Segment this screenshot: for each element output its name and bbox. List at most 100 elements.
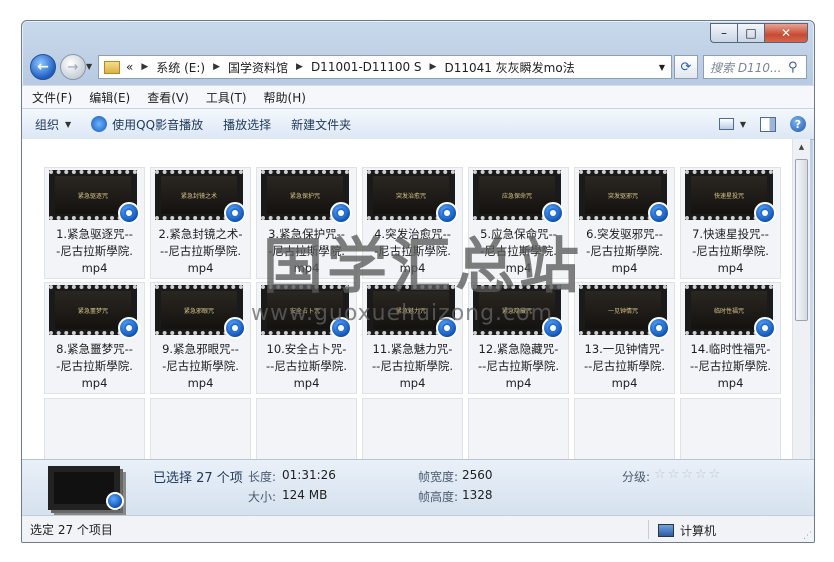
menu-help[interactable]: 帮助(H) [257, 89, 313, 106]
play-with-qq-label: 使用QQ影音播放 [112, 117, 204, 132]
view-icon [718, 118, 734, 130]
file-item[interactable]: 突发驱邪咒 6.突发驱邪咒-- -尼古拉斯學院. mp4 [574, 167, 675, 279]
file-name: 5.应急保命咒-- -尼古拉斯學院. mp4 [480, 227, 557, 275]
qq-player-icon [648, 202, 670, 224]
folder-icon [104, 60, 120, 74]
maximize-button[interactable]: □ [737, 23, 764, 43]
help-icon[interactable]: ? [790, 116, 806, 132]
file-item[interactable]: 紧急隐藏咒 12.紧急隐藏咒- --尼古拉斯學院. mp4 [468, 282, 569, 394]
scrollbar-thumb[interactable] [795, 159, 808, 321]
resize-grip-icon[interactable]: ⋰ [803, 531, 812, 541]
frame-height-value: 1328 [462, 488, 493, 502]
file-item[interactable] [680, 398, 781, 459]
breadcrumb-item[interactable]: 系统 (E:) [156, 59, 205, 76]
qq-player-icon [118, 202, 140, 224]
status-divider [648, 520, 649, 539]
chevron-right-icon[interactable]: ▶ [141, 62, 148, 72]
scroll-up-icon[interactable]: ▲ [793, 139, 810, 155]
file-item[interactable]: 紧急保护咒 3.紧急保护咒-- -尼古拉斯學院. mp4 [256, 167, 357, 279]
file-item[interactable] [468, 398, 569, 459]
file-item[interactable]: 紧急噩梦咒 8.紧急噩梦咒-- -尼古拉斯學院. mp4 [44, 282, 145, 394]
play-with-qq-button[interactable]: 使用QQ影音播放 [81, 116, 213, 133]
frame-height-label: 帧高度: [418, 490, 459, 504]
star-icon[interactable]: ☆ [668, 467, 680, 482]
file-item[interactable] [256, 398, 357, 459]
close-button[interactable]: ✕ [764, 23, 808, 43]
file-item[interactable]: 突发治愈咒 4.突发治愈咒-- -尼古拉斯學院. mp4 [362, 167, 463, 279]
file-item[interactable]: 应急保命咒 5.应急保命咒-- -尼古拉斯學院. mp4 [468, 167, 569, 279]
chevron-right-icon[interactable]: ▶ [213, 62, 220, 72]
refresh-icon: ⟳ [680, 59, 692, 75]
rating-stars[interactable]: ☆ ☆ ☆ ☆ ☆ [654, 467, 720, 482]
chevron-right-icon[interactable]: ▶ [296, 62, 303, 72]
star-icon[interactable]: ☆ [681, 467, 693, 482]
forward-button[interactable]: → [60, 54, 86, 80]
file-item[interactable]: 一见钟情咒 13.一见钟情咒- --尼古拉斯學院. mp4 [574, 282, 675, 394]
qq-player-icon [330, 317, 352, 339]
menu-file[interactable]: 文件(F) [25, 89, 79, 106]
explorer-window: – □ ✕ ← → ▼ « ▶ 系统 (E:) ▶ 国学资料馆 ▶ D11001… [21, 20, 815, 543]
file-name: 13.一见钟情咒- --尼古拉斯學院. mp4 [584, 342, 665, 390]
selection-thumbnail-frame [54, 472, 114, 504]
breadcrumb-item[interactable]: D11001-D11100 S [311, 60, 422, 74]
star-icon[interactable]: ☆ [695, 467, 707, 482]
qq-player-icon [754, 202, 776, 224]
refresh-button[interactable]: ⟳ [674, 55, 698, 79]
new-folder-button[interactable]: 新建文件夹 [281, 116, 361, 133]
vertical-scrollbar[interactable]: ▲ [792, 139, 810, 459]
file-item[interactable]: 安全占卜咒 10.安全占卜咒- --尼古拉斯學院. mp4 [256, 282, 357, 394]
details-pane: 已选择 27 个项 长度: 01:31:26 大小: 124 MB 帧宽度: 2… [22, 459, 814, 516]
file-name: 1.紧急驱逐咒-- -尼古拉斯學院. mp4 [56, 227, 133, 275]
frame-width-value: 2560 [462, 468, 493, 482]
status-computer-label: 计算机 [680, 524, 717, 538]
play-selection-button[interactable]: 播放选择 [213, 116, 281, 133]
file-item[interactable] [150, 398, 251, 459]
menu-tools[interactable]: 工具(T) [199, 89, 254, 106]
star-icon[interactable]: ☆ [654, 467, 666, 482]
breadcrumb-item[interactable]: 国学资料馆 [228, 59, 288, 76]
file-item[interactable]: 快速星投咒 7.快速星投咒-- -尼古拉斯學院. mp4 [680, 167, 781, 279]
search-icon[interactable]: ⚲ [788, 60, 802, 75]
menu-view[interactable]: 查看(V) [140, 89, 196, 106]
file-name: 2.紧急封镜之术- --尼古拉斯學院. mp4 [158, 227, 243, 275]
file-item[interactable]: 紧急封镜之术 2.紧急封镜之术- --尼古拉斯學院. mp4 [150, 167, 251, 279]
selected-count: 已选择 27 个项 [153, 471, 243, 486]
recent-pages-dropdown[interactable]: ▼ [86, 62, 92, 71]
file-name: 8.紧急噩梦咒-- -尼古拉斯學院. mp4 [56, 342, 133, 390]
search-placeholder: 搜索 D110... [710, 60, 782, 75]
status-computer: 计算机 [658, 522, 716, 539]
forward-arrow-icon: → [67, 59, 79, 75]
organize-button[interactable]: 组织 ▼ [35, 116, 81, 133]
address-dropdown-icon[interactable]: ▼ [659, 63, 665, 72]
size-value: 124 MB [282, 488, 328, 502]
search-input[interactable]: 搜索 D110... ⚲ [703, 55, 807, 79]
qq-player-icon [648, 317, 670, 339]
change-view-button[interactable]: ▼ [718, 118, 746, 130]
minimize-button[interactable]: – [710, 23, 737, 43]
back-arrow-icon: ← [37, 59, 49, 75]
file-name: 11.紧急魅力咒- --尼古拉斯學院. mp4 [372, 342, 453, 390]
chevron-right-icon[interactable]: ▶ [430, 62, 437, 72]
breadcrumb-overflow[interactable]: « [126, 60, 133, 74]
qq-player-icon [91, 116, 108, 132]
menu-edit[interactable]: 编辑(E) [82, 89, 137, 106]
file-item[interactable]: 紧急邪眼咒 9.紧急邪眼咒-- -尼古拉斯學院. mp4 [150, 282, 251, 394]
file-item[interactable]: 紧急魅力咒 11.紧急魅力咒- --尼古拉斯學院. mp4 [362, 282, 463, 394]
file-item[interactable] [44, 398, 145, 459]
preview-pane-icon[interactable] [760, 116, 776, 132]
organize-label: 组织 [35, 117, 60, 132]
file-item[interactable] [362, 398, 463, 459]
file-item[interactable]: 紧急驱逐咒 1.紧急驱逐咒-- -尼古拉斯學院. mp4 [44, 167, 145, 279]
breadcrumb-item[interactable]: D11041 灰灰瞬发mo法 [444, 59, 574, 76]
toolbar-right: ▼ ? [718, 116, 806, 132]
file-list-view[interactable]: 紧急驱逐咒 1.紧急驱逐咒-- -尼古拉斯學院. mp4 紧急封镜之术 2.紧急封镜之术-… [22, 139, 792, 459]
status-selection-text: 选定 27 个项目 [30, 523, 113, 537]
file-item[interactable] [574, 398, 675, 459]
file-item[interactable]: 临时性福咒 14.临时性福咒- --尼古拉斯學院. mp4 [680, 282, 781, 394]
back-button[interactable]: ← [30, 54, 56, 80]
file-name: 12.紧急隐藏咒- --尼古拉斯學院. mp4 [478, 342, 559, 390]
address-bar[interactable]: « ▶ 系统 (E:) ▶ 国学资料馆 ▶ D11001-D11100 S ▶ … [98, 55, 672, 79]
frame-width-label: 帧宽度: [418, 470, 459, 484]
star-icon[interactable]: ☆ [709, 467, 721, 482]
chevron-down-icon: ▼ [65, 119, 72, 129]
